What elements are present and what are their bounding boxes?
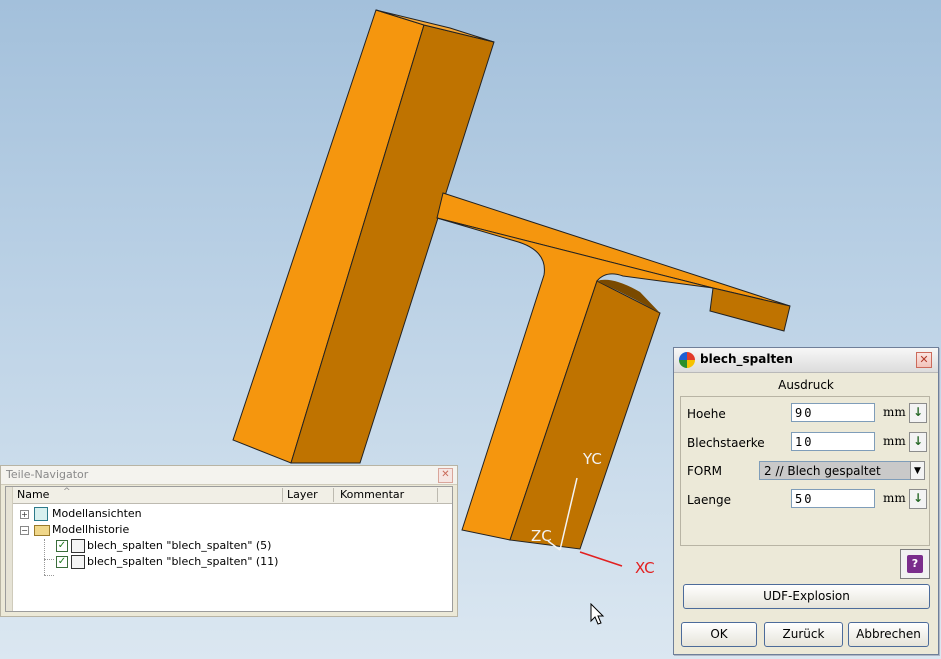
- param-label-hoehe: Hoehe: [687, 407, 726, 421]
- sort-ascending-icon: ^: [63, 487, 71, 497]
- dialog-title: blech_spalten: [700, 352, 793, 366]
- yc-axis-label: YC: [582, 450, 602, 468]
- laenge-input[interactable]: 50: [791, 489, 875, 508]
- tree-connector: [44, 559, 54, 560]
- udf-feature-icon: [71, 539, 85, 553]
- navigator-title: Teile-Navigator: [6, 468, 89, 481]
- dialog-close-button[interactable]: ✕: [916, 352, 932, 368]
- xc-axis-label: XC: [635, 559, 655, 577]
- dialog-titlebar[interactable]: blech_spalten ✕: [674, 348, 938, 373]
- model-views-icon: [34, 507, 48, 521]
- section-label-ausdruck: Ausdruck: [778, 378, 834, 392]
- hoehe-unit: mm: [883, 405, 906, 419]
- ok-button[interactable]: OK: [681, 622, 757, 647]
- help-button[interactable]: ?: [900, 549, 930, 579]
- tree-item-label: blech_spalten "blech_spalten" (5): [87, 539, 272, 552]
- help-book-icon: ?: [907, 555, 923, 573]
- blechstaerke-input[interactable]: 10: [791, 432, 875, 451]
- tree-item-label: blech_spalten "blech_spalten" (11): [87, 555, 279, 568]
- tree-item-label: Modellhistorie: [52, 523, 130, 536]
- param-label-laenge: Laenge: [687, 493, 732, 507]
- column-layer-header[interactable]: Layer: [283, 488, 334, 502]
- mouse-cursor-icon: [590, 603, 605, 625]
- navigator-column-header: Name ^ Layer Kommentar: [13, 487, 452, 504]
- param-label-blechstaerke: Blechstaerke: [687, 436, 765, 450]
- tree-connector: [44, 539, 45, 575]
- zc-axis-label: ZC: [531, 527, 552, 545]
- feature-visible-checkbox[interactable]: ✓: [56, 556, 68, 568]
- folder-open-icon: [34, 525, 50, 536]
- udf-explosion-button[interactable]: UDF-Explosion: [683, 584, 930, 609]
- hoehe-input[interactable]: 90: [791, 403, 875, 422]
- expand-icon[interactable]: +: [20, 510, 29, 519]
- udf-feature-icon: [71, 555, 85, 569]
- tree-item-label: Modellansichten: [52, 507, 142, 520]
- column-name-header[interactable]: Name ^: [13, 487, 283, 502]
- blechstaerke-select-arrow-icon[interactable]: ↓: [909, 432, 927, 452]
- hoehe-select-arrow-icon[interactable]: ↓: [909, 403, 927, 423]
- nx-app-icon: [679, 352, 695, 368]
- param-label-form: FORM: [687, 464, 723, 478]
- collapse-icon[interactable]: −: [20, 526, 29, 535]
- navigator-tree[interactable]: Name ^ Layer Kommentar + Modellansichten…: [5, 486, 453, 612]
- feature-visible-checkbox[interactable]: ✓: [56, 540, 68, 552]
- navigator-close-button[interactable]: ✕: [438, 468, 453, 483]
- chevron-down-icon[interactable]: ▼: [910, 461, 925, 480]
- expression-parameters: Hoehe 90 mm ↓ Blechstaerke 10 mm ↓ FORM …: [680, 396, 930, 546]
- part-navigator-panel: Teile-Navigator ✕ Name ^ Layer Kommentar…: [0, 465, 458, 617]
- blechstaerke-unit: mm: [883, 434, 906, 448]
- back-button[interactable]: Zurück: [764, 622, 843, 647]
- column-comment-header[interactable]: Kommentar: [336, 488, 438, 502]
- navigator-scrollbar[interactable]: [6, 487, 13, 611]
- laenge-select-arrow-icon[interactable]: ↓: [909, 489, 927, 509]
- tree-connector: [44, 575, 54, 576]
- form-dropdown[interactable]: 2 // Blech gespaltet: [759, 461, 911, 480]
- cancel-button[interactable]: Abbrechen: [848, 622, 929, 647]
- navigator-titlebar[interactable]: Teile-Navigator ✕: [1, 466, 457, 485]
- udf-dialog: blech_spalten ✕ Ausdruck Hoehe 90 mm ↓ B…: [673, 347, 939, 655]
- xc-axis-line: [579, 551, 623, 567]
- laenge-unit: mm: [883, 491, 906, 505]
